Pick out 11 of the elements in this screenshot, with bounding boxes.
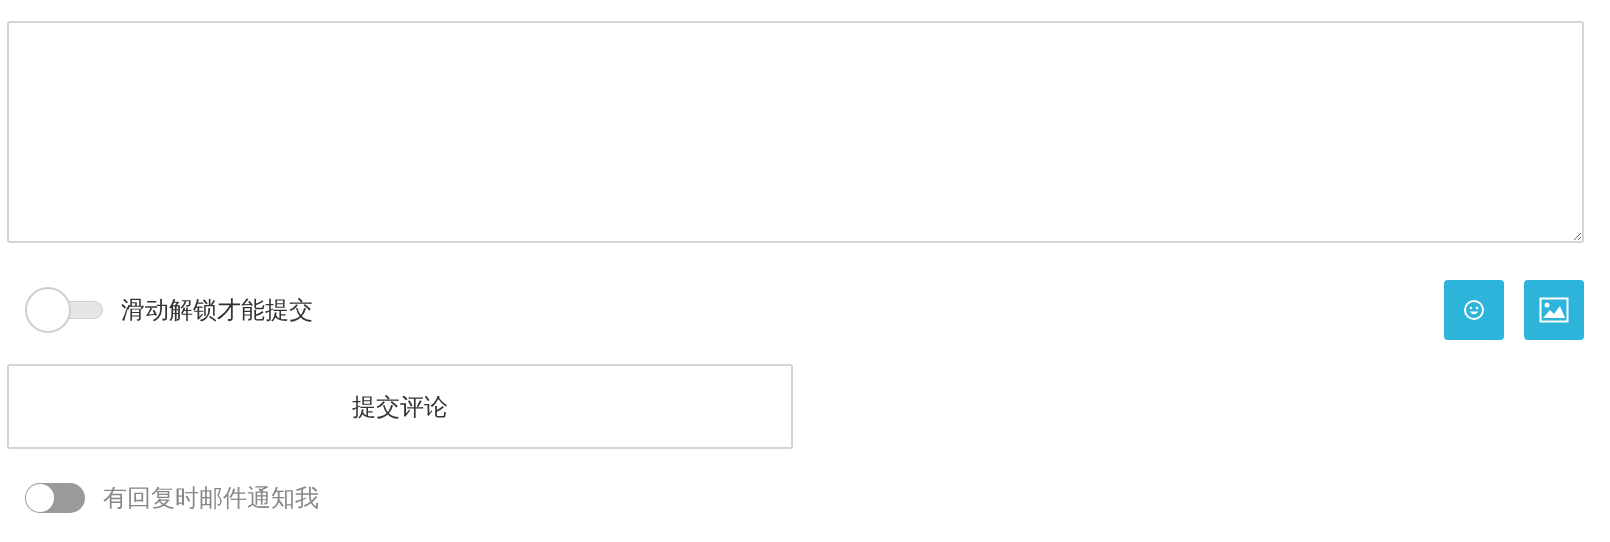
email-toggle[interactable]	[25, 483, 85, 513]
submit-comment-button[interactable]: 提交评论	[7, 364, 793, 449]
slider-label: 滑动解锁才能提交	[121, 295, 313, 326]
smiley-icon	[1463, 299, 1485, 321]
unlock-slider[interactable]	[25, 287, 103, 333]
emoji-button[interactable]	[1444, 280, 1504, 340]
image-button[interactable]	[1524, 280, 1584, 340]
image-icon	[1539, 297, 1569, 323]
email-notify-label: 有回复时邮件通知我	[103, 483, 319, 514]
comment-field[interactable]	[7, 21, 1584, 243]
slider-handle[interactable]	[25, 287, 71, 333]
